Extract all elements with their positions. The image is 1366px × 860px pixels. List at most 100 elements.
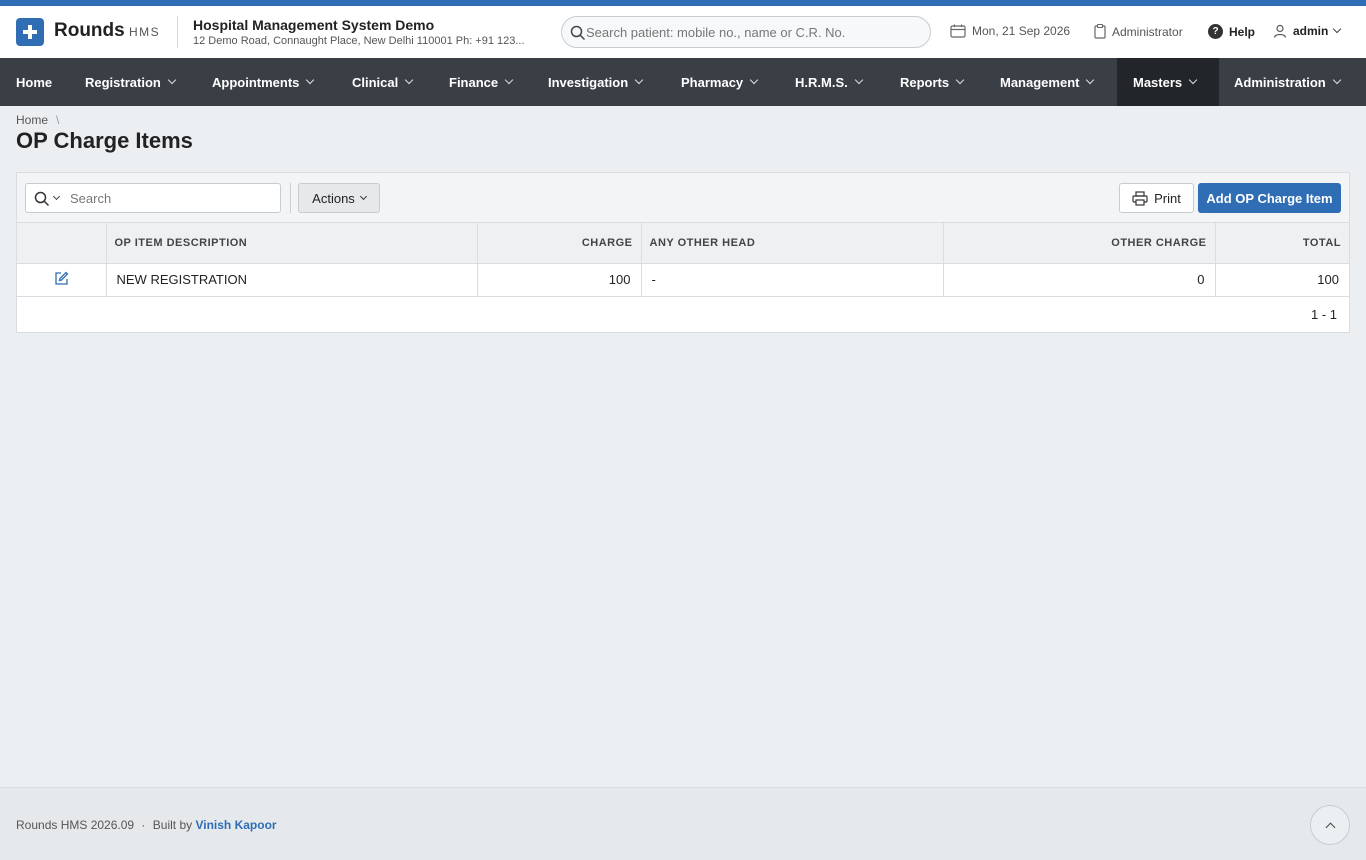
main-nav: Home Registration Appointments Clinical … <box>0 58 1366 106</box>
nav-reports[interactable]: Reports <box>884 58 979 106</box>
nav-administration[interactable]: Administration <box>1218 58 1356 106</box>
actions-label: Actions <box>312 190 355 206</box>
logo-icon[interactable] <box>16 18 44 46</box>
chevron-down-icon <box>1086 75 1095 85</box>
app-header: Rounds HMS Hospital Management System De… <box>0 6 1366 58</box>
nav-clinical[interactable]: Clinical <box>336 58 428 106</box>
chevron-down-icon <box>955 75 965 85</box>
toolbar-divider <box>290 183 291 213</box>
nav-label: Investigation <box>548 74 629 90</box>
chevron-down-icon <box>1188 75 1198 85</box>
header-date-text: Mon, 21 Sep 2026 <box>972 24 1071 38</box>
printer-icon <box>1132 190 1148 206</box>
column-header-total[interactable]: TOTAL <box>1215 223 1349 264</box>
chevron-down-icon <box>634 75 644 85</box>
list-search[interactable] <box>25 183 281 213</box>
footer-author-link[interactable]: Vinish Kapoor <box>195 818 276 832</box>
column-header-charge[interactable]: CHARGE <box>477 223 642 264</box>
nav-label: Administration <box>1234 74 1326 90</box>
nav-hrms[interactable]: H.R.M.S. <box>779 58 878 106</box>
patient-search[interactable] <box>561 16 931 48</box>
nav-label: Finance <box>449 74 499 90</box>
nav-label: Home <box>16 74 53 90</box>
nav-label: Management <box>1000 74 1080 90</box>
nav-finance[interactable]: Finance <box>433 58 528 106</box>
chevron-down-icon <box>749 75 759 85</box>
chevron-down-icon <box>306 75 315 85</box>
nav-label: Registration <box>85 74 161 90</box>
footer-text: Rounds HMS 2026.09 · Built by Vinish Kap… <box>16 818 277 832</box>
nav-label: H.R.M.S. <box>795 74 848 90</box>
breadcrumb-home[interactable]: Home <box>16 113 48 127</box>
cell-total: 100 <box>1215 263 1349 297</box>
nav-investigation[interactable]: Investigation <box>532 58 658 106</box>
brand-name[interactable]: Rounds <box>54 20 125 42</box>
cell-other-head: - <box>641 263 944 297</box>
footer-version: Rounds HMS 2026.09 <box>16 818 135 832</box>
nav-label: Appointments <box>212 74 300 90</box>
add-op-charge-item-button[interactable]: Add OP Charge Item <box>1198 183 1341 213</box>
chevron-down-icon <box>405 75 414 85</box>
chevron-down-icon <box>504 75 514 85</box>
op-charge-items-table: OP ITEM DESCRIPTION CHARGE ANY OTHER HEA… <box>17 223 1349 297</box>
edit-cell <box>17 263 107 297</box>
footer-built-by: Built by <box>152 818 193 832</box>
column-header-description[interactable]: OP ITEM DESCRIPTION <box>106 223 478 264</box>
print-label: Print <box>1154 190 1181 206</box>
calendar-icon <box>950 24 966 38</box>
column-header-other-head[interactable]: ANY OTHER HEAD <box>641 223 944 264</box>
nav-management[interactable]: Management <box>984 58 1109 106</box>
list-toolbar: Actions Print Add OP Charge Item <box>17 173 1349 223</box>
nav-label: Clinical <box>352 74 399 90</box>
chevron-down-icon <box>1333 24 1342 34</box>
patient-search-input[interactable] <box>586 17 916 47</box>
cell-charge: 100 <box>477 263 642 297</box>
header-divider <box>177 16 178 48</box>
search-icon <box>570 25 586 41</box>
chevron-down-icon[interactable] <box>52 192 61 201</box>
print-button[interactable]: Print <box>1119 183 1194 213</box>
clipboard-icon <box>1094 24 1106 39</box>
user-menu[interactable]: admin <box>1273 24 1342 38</box>
nav-pharmacy[interactable]: Pharmacy <box>665 58 773 106</box>
user-icon <box>1273 24 1287 38</box>
page-title: OP Charge Items <box>16 128 193 153</box>
cell-description: NEW REGISTRATION <box>106 263 478 297</box>
help-label: Help <box>1229 24 1256 39</box>
user-name: admin <box>1293 24 1329 38</box>
header-date: Mon, 21 Sep 2026 <box>950 24 1070 38</box>
table-row: NEW REGISTRATION 100 - 0 100 <box>17 263 1349 297</box>
edit-icon[interactable] <box>54 271 69 286</box>
list-search-input[interactable] <box>70 184 270 212</box>
table-header-row: OP ITEM DESCRIPTION CHARGE ANY OTHER HEA… <box>17 223 1349 264</box>
scroll-to-top-button[interactable] <box>1310 805 1350 845</box>
breadcrumb: Home \ <box>16 113 59 127</box>
page-footer: Rounds HMS 2026.09 · Built by Vinish Kap… <box>0 787 1366 860</box>
column-header-other-charge[interactable]: OTHER CHARGE <box>943 223 1216 264</box>
nav-label: Masters <box>1133 74 1183 90</box>
chevron-up-icon <box>1325 822 1335 832</box>
footer-separator: · <box>141 818 146 832</box>
brand-suffix: HMS <box>129 25 161 39</box>
chevron-down-icon <box>854 75 863 85</box>
actions-button[interactable]: Actions <box>298 183 380 213</box>
hospital-name: Hospital Management System Demo <box>193 17 435 33</box>
hospital-address: 12 Demo Road, Connaught Place, New Delhi… <box>193 35 525 47</box>
nav-masters[interactable]: Masters <box>1117 58 1219 106</box>
help-icon: ? <box>1208 24 1223 39</box>
chevron-down-icon <box>359 192 367 200</box>
chevron-down-icon <box>167 75 177 85</box>
cell-other-charge: 0 <box>943 263 1216 297</box>
column-header-edit <box>17 223 107 264</box>
list-panel: Actions Print Add OP Charge Item OP ITEM… <box>16 172 1350 333</box>
breadcrumb-separator: \ <box>56 113 60 127</box>
nav-registration[interactable]: Registration <box>69 58 191 106</box>
header-role[interactable]: Administrator <box>1094 24 1183 39</box>
nav-appointments[interactable]: Appointments <box>196 58 329 106</box>
help-link[interactable]: ? Help <box>1208 24 1255 39</box>
search-icon <box>34 191 50 207</box>
nav-home[interactable]: Home <box>0 58 68 106</box>
pagination-info: 1 - 1 <box>1310 307 1337 322</box>
header-role-text: Administrator <box>1112 24 1183 39</box>
chevron-down-icon <box>1332 75 1341 85</box>
